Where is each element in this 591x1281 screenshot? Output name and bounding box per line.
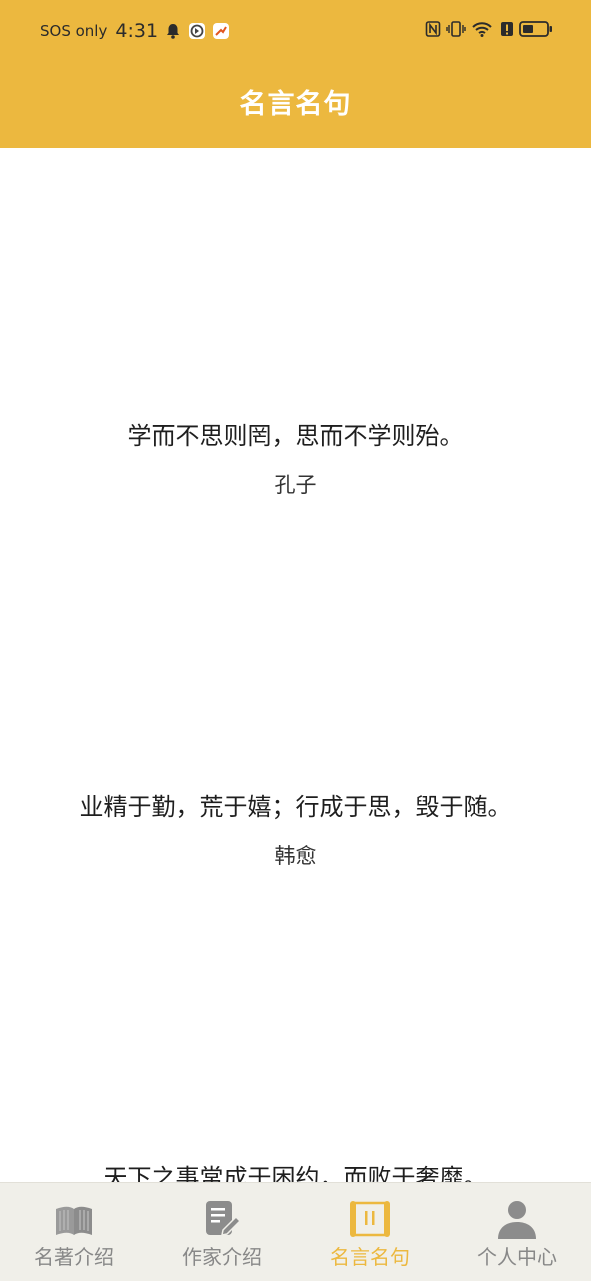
quote-author: 韩愈: [274, 844, 317, 868]
tab-label: 名言名句: [330, 1245, 410, 1269]
tab-label: 名著介绍: [34, 1245, 114, 1269]
network-status: SOS only: [40, 22, 108, 40]
app-icon-1: [189, 23, 206, 39]
quote-item[interactable]: 学而不思则罔，思而不学则殆。 孔子: [0, 416, 591, 499]
scroll-icon: [350, 1201, 390, 1237]
status-bar: SOS only 4:31: [0, 0, 591, 66]
document-edit-icon: [206, 1201, 242, 1236]
status-right: [425, 20, 553, 38]
tab-label: 作家介绍: [182, 1245, 262, 1269]
tab-famous-quotes[interactable]: 名言名句: [296, 1183, 444, 1281]
bottom-tab-bar: 名著介绍 作家介绍 名言名句 个人中心: [0, 1182, 591, 1281]
nfc-icon: [425, 21, 441, 37]
alert-icon: [501, 22, 513, 36]
tab-author-intro[interactable]: 作家介绍: [148, 1183, 296, 1281]
wifi-icon: [472, 22, 492, 37]
book-icon: [56, 1206, 92, 1235]
quote-item[interactable]: 业精于勤，荒于嬉；行成于思，毁于随。 韩愈: [0, 787, 591, 870]
quote-item[interactable]: 天下之事常成于困约，而败于奢靡。: [0, 1158, 591, 1182]
quote-text: 学而不思则罔，思而不学则殆。: [127, 422, 464, 450]
app-header: 名言名句: [0, 66, 591, 148]
quote-text: 业精于勤，荒于嬉；行成于思，毁于随。: [79, 793, 512, 821]
page-title: 名言名句: [239, 88, 352, 120]
tab-profile[interactable]: 个人中心: [443, 1183, 591, 1281]
tab-book-intro[interactable]: 名著介绍: [0, 1183, 148, 1281]
clock: 4:31: [115, 20, 159, 42]
person-icon: [498, 1201, 536, 1239]
vibrate-icon: [446, 21, 466, 37]
bell-icon: [167, 24, 180, 39]
battery-icon: [519, 21, 552, 37]
tab-label: 个人中心: [477, 1245, 557, 1269]
status-left: SOS only 4:31: [40, 20, 230, 42]
app-icon-2: [213, 23, 230, 39]
quote-list[interactable]: 学而不思则罔，思而不学则殆。 孔子 业精于勤，荒于嬉；行成于思，毁于随。 韩愈 …: [0, 148, 591, 1182]
quote-text: 天下之事常成于困约，而败于奢靡。: [103, 1164, 488, 1182]
quote-author: 孔子: [274, 473, 317, 497]
